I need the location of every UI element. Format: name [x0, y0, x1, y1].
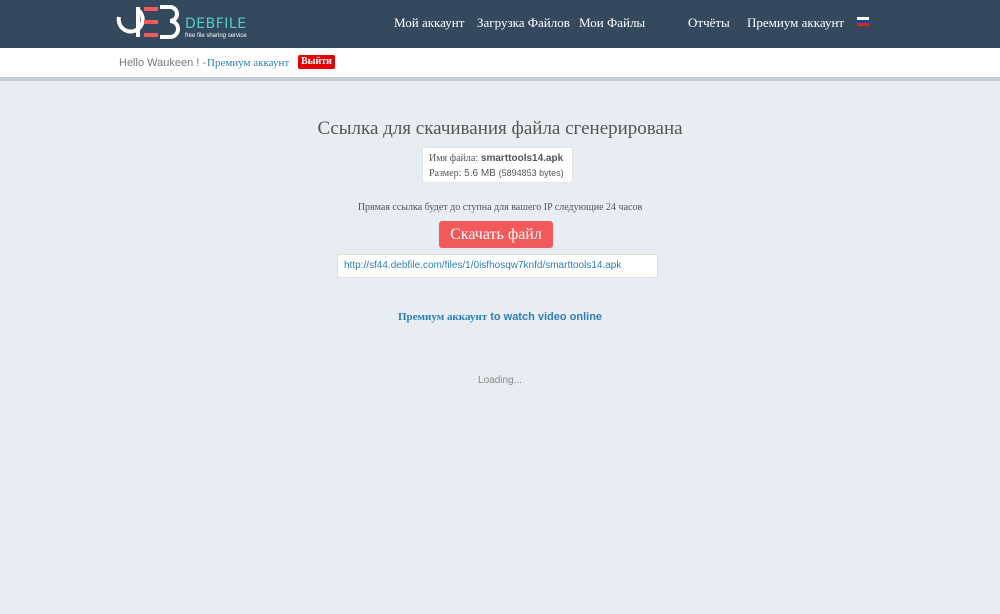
user-bar: Hello Waukeen ! - Премиум аккаунт Выйти	[0, 48, 1000, 81]
file-name-label: Имя файла:	[429, 153, 479, 164]
file-name: smarttools14.apk	[480, 153, 564, 164]
page-title: Ссылка для скачивания файла сгенерирован…	[317, 118, 683, 139]
deb-logo-mark-icon	[116, 5, 180, 39]
watch-online-text: to watch video online	[487, 311, 603, 323]
top-navbar: DEBFILE free file sharing service Мой ак…	[0, 0, 1000, 48]
watch-premium-link[interactable]: Премиум аккаунт	[398, 311, 487, 323]
russian-flag-icon[interactable]	[857, 17, 869, 26]
nav-premium-account[interactable]: Премиум аккаунт	[747, 15, 844, 31]
nav-my-account[interactable]: Мой аккаунт	[394, 15, 464, 31]
file-size: 5.6 MB	[464, 168, 496, 179]
watch-online-promo: Премиум аккаунт to watch video online	[0, 311, 1000, 323]
file-info-box: Имя файла: smarttools14.apk Размер: 5.6 …	[422, 147, 573, 183]
download-file-button[interactable]: Скачать файл	[439, 221, 553, 248]
nav-my-files[interactable]: Мои Файлы	[579, 15, 645, 31]
logo-name: DEBFILE	[185, 16, 247, 32]
logout-button[interactable]: Выйти	[298, 55, 335, 69]
file-size-label: Размер:	[429, 168, 462, 179]
file-name-row: Имя файла: smarttools14.apk	[429, 152, 572, 166]
flag-stripe-red	[857, 23, 869, 26]
logo-tagline: free file sharing service	[185, 33, 247, 39]
file-size-row: Размер: 5.6 MB (5894853 bytes)	[429, 166, 572, 181]
premium-account-link[interactable]: Премиум аккаунт	[207, 57, 289, 69]
file-size-bytes: (5894853 bytes)	[498, 168, 564, 178]
greeting-text: Hello Waukeen ! -	[119, 57, 207, 69]
nav-reports[interactable]: Отчёты	[688, 15, 730, 31]
direct-link-note: Прямая ссылка будет до ступна для вашего…	[357, 202, 643, 213]
loading-text: Loading...	[478, 375, 522, 386]
download-url-field[interactable]: http://sf44.debfile.com/files/1/0isfhosq…	[337, 254, 658, 278]
debfile-logo[interactable]: DEBFILE free file sharing service	[116, 4, 247, 44]
nav-upload-files[interactable]: Загрузка Файлов	[477, 15, 570, 31]
